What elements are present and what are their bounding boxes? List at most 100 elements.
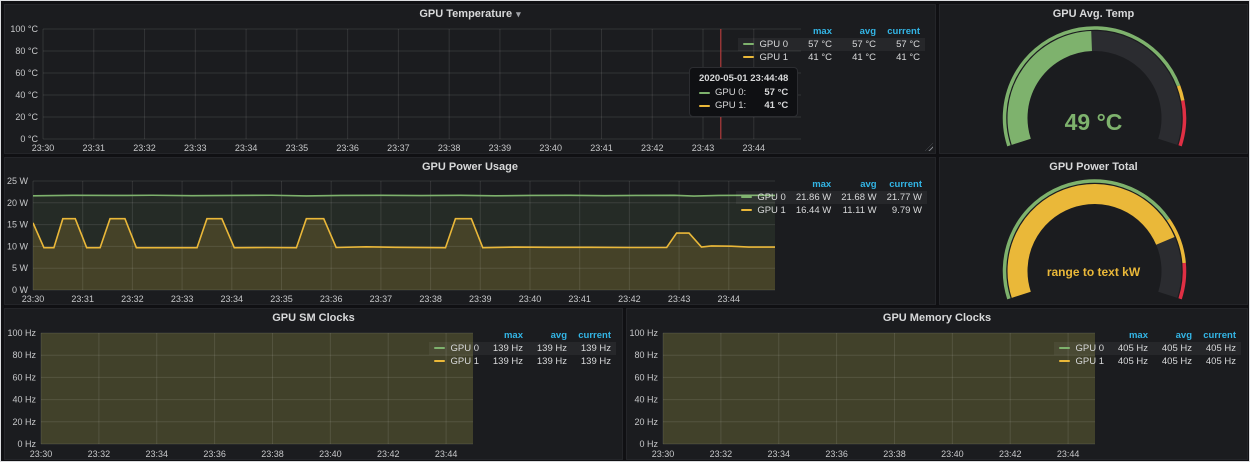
svg-text:20 Hz: 20 Hz [634,417,658,427]
legend-stat-max: 21.86 W [791,191,836,204]
panel-title-text: GPU Power Total [1049,161,1137,173]
tooltip-series-value: 41 °C [764,100,788,111]
legend-header-max: max [791,178,836,191]
tooltip-row: GPU 0: 57 °C [699,87,788,98]
svg-text:23:44: 23:44 [743,143,766,153]
chart-tooltip: 2020-05-01 23:44:48 GPU 0: 57 °C GPU 1: … [689,67,798,117]
dashboard: GPU Temperature▾ 0 °C20 °C40 °C60 °C80 °… [0,0,1250,462]
panel-title-text: GPU Memory Clocks [883,312,991,324]
svg-text:23:42: 23:42 [641,143,664,153]
legend-series-gpu0[interactable]: GPU 0 [736,191,791,204]
svg-text:23:40: 23:40 [539,143,562,153]
panel-title[interactable]: GPU SM Clocks [5,309,622,327]
svg-text:23:43: 23:43 [668,294,691,304]
legend-stat-max: 139 Hz [484,355,528,368]
svg-text:23:37: 23:37 [387,143,410,153]
legend-stat-avg: 21.68 W [836,191,881,204]
legend-series-gpu1[interactable]: GPU 1 [736,204,791,217]
legend-stat-avg: 139 Hz [528,342,572,355]
panel-resize-handle[interactable] [925,143,933,151]
legend-header-avg: avg [528,329,572,342]
series-color-dash [743,56,754,58]
svg-text:23:34: 23:34 [235,143,258,153]
svg-text:23:33: 23:33 [184,143,207,153]
svg-text:15 W: 15 W [7,220,28,230]
legend-series-gpu0[interactable]: GPU 0 [738,38,793,51]
legend-row-gpu1: GPU 1 139 Hz 139 Hz 139 Hz [429,355,616,368]
svg-text:23:36: 23:36 [825,449,848,459]
legend-series-gpu0[interactable]: GPU 0 [1054,342,1109,355]
svg-text:20 W: 20 W [7,198,28,208]
time-series-plot[interactable]: 0 Hz20 Hz40 Hz60 Hz80 Hz100 Hz23:3023:32… [629,327,1101,462]
legend-stat-current: 57 °C [881,38,925,51]
legend-series-gpu1[interactable]: GPU 1 [429,355,484,368]
svg-text:23:38: 23:38 [883,449,906,459]
panel-title[interactable]: GPU Power Usage [5,158,935,176]
svg-text:23:33: 23:33 [171,294,194,304]
legend-header-avg: avg [837,25,881,38]
legend-series-label: GPU 0 [1075,343,1104,354]
legend-stat-max: 57 °C [793,38,837,51]
legend-series-label: GPU 1 [1075,356,1104,367]
legend-series-gpu1[interactable]: GPU 1 [1054,355,1109,368]
series-color-dash [1059,347,1070,349]
gauge [940,174,1247,313]
series-color-dash [741,209,752,211]
svg-text:100 Hz: 100 Hz [629,328,658,338]
svg-text:23:30: 23:30 [30,449,53,459]
legend-header-current: current [881,25,925,38]
legend-stat-avg: 41 °C [837,51,881,64]
legend-stat-avg: 139 Hz [528,355,572,368]
legend-stat-current: 405 Hz [1197,342,1241,355]
svg-text:23:32: 23:32 [121,294,144,304]
svg-text:40 Hz: 40 Hz [12,395,36,405]
legend-row-gpu0: GPU 0 57 °C 57 °C 57 °C [738,38,925,51]
legend-header-max: max [1109,329,1153,342]
panel-title[interactable]: GPU Memory Clocks [627,309,1247,327]
svg-text:20 °C: 20 °C [15,112,38,122]
tooltip-series-value: 57 °C [764,87,788,98]
legend-header-current: current [1197,329,1241,342]
svg-text:23:43: 23:43 [692,143,715,153]
panel-gpu-sm-clocks: GPU SM Clocks 0 Hz20 Hz40 Hz60 Hz80 Hz10… [4,308,623,460]
svg-text:23:37: 23:37 [370,294,393,304]
chevron-down-icon[interactable]: ▾ [516,9,521,19]
time-series-plot[interactable]: 0 °C20 °C40 °C60 °C80 °C100 °C23:3023:31… [7,23,807,160]
series-color-dash [699,92,710,94]
panel-title[interactable]: GPU Temperature▾ [5,5,935,23]
legend: max avg current GPU 0 21.86 W 21.68 W 21… [736,178,927,217]
panel-gpu-temperature: GPU Temperature▾ 0 °C20 °C40 °C60 °C80 °… [4,4,936,154]
legend-series-label: GPU 1 [759,52,788,63]
series-color-dash [741,196,752,198]
series-color-dash [743,43,754,45]
legend-series-label: GPU 0 [757,192,786,203]
gauge [940,21,1247,160]
svg-text:23:40: 23:40 [319,449,342,459]
svg-text:23:40: 23:40 [519,294,542,304]
legend-header-max: max [793,25,837,38]
svg-text:23:30: 23:30 [652,449,675,459]
svg-text:80 Hz: 80 Hz [12,350,36,360]
legend-header-avg: avg [1153,329,1197,342]
legend-series-gpu0[interactable]: GPU 0 [429,342,484,355]
time-series-plot[interactable]: 0 Hz20 Hz40 Hz60 Hz80 Hz100 Hz23:3023:32… [7,327,477,462]
time-series-plot[interactable]: 0 W5 W10 W15 W20 W25 W23:3023:3123:3223:… [7,176,785,311]
svg-text:23:30: 23:30 [32,143,55,153]
legend-stat-current: 41 °C [881,51,925,64]
tooltip-series-name: GPU 0: [715,87,746,98]
legend-stat-max: 41 °C [793,51,837,64]
legend-stat-max: 405 Hz [1109,355,1153,368]
legend-stat-max: 16.44 W [791,204,836,217]
svg-text:23:35: 23:35 [270,294,293,304]
svg-text:23:32: 23:32 [710,449,733,459]
legend-series-gpu1[interactable]: GPU 1 [738,51,793,64]
legend-stat-avg: 57 °C [837,38,881,51]
legend-stat-max: 405 Hz [1109,342,1153,355]
svg-text:23:38: 23:38 [261,449,284,459]
legend-series-label: GPU 1 [757,205,786,216]
svg-text:23:42: 23:42 [999,449,1022,459]
svg-text:23:42: 23:42 [377,449,400,459]
svg-text:23:44: 23:44 [718,294,741,304]
panel-gpu-power-total: GPU Power Total range to text kW [939,157,1248,305]
svg-text:80 °C: 80 °C [15,46,38,56]
